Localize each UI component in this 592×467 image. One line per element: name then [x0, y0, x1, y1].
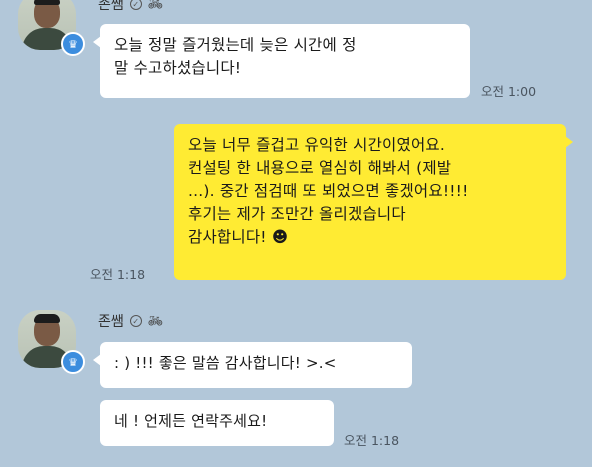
- message-text: 네 ! 언제든 연락주세요!: [114, 412, 268, 430]
- sender-name-header[interactable]: 존쌤 ✓ 🚲︎: [98, 311, 163, 331]
- verified-icon: ✓: [129, 0, 142, 10]
- avatar-hair: [34, 314, 60, 323]
- message-text: 오늘 너무 즐겁고 유익한 시간이였어요.: [188, 136, 445, 154]
- message-text: 감사합니다! ☻: [188, 228, 289, 246]
- message-time: 오전 1:18: [344, 433, 400, 448]
- message-time: 오전 1:18: [90, 267, 146, 282]
- message-text: : ) !!! 좋은 말씀 감사합니다! >.<: [114, 354, 337, 372]
- verified-crown-icon: ♛: [61, 32, 85, 56]
- message-text: 말 수고하셨습니다!: [114, 59, 242, 77]
- message-text: 오늘 정말 즐거웠는데 늦은 시간에 정: [114, 36, 357, 54]
- message-bubble[interactable]: : ) !!! 좋은 말씀 감사합니다! >.<: [93, 342, 412, 388]
- message-time: 오전 1:00: [481, 84, 537, 99]
- message-bubble[interactable]: 네 ! 언제든 연락주세요!: [100, 400, 334, 446]
- message-text: ...). 중간 점검때 또 뵈었으면 좋겠어요!!!!: [188, 182, 469, 200]
- bike-icon: 🚲︎: [147, 314, 163, 328]
- message-text: 컨설팅 한 내용으로 열심히 해봐서 (제발: [188, 159, 452, 177]
- avatar-hair: [34, 0, 60, 5]
- bike-icon: 🚲︎: [147, 0, 163, 11]
- verified-crown-icon: ♛: [61, 350, 85, 374]
- message-text: 후기는 제가 조만간 올리겠습니다: [188, 205, 406, 223]
- message-bubble[interactable]: 오늘 정말 즐거웠는데 늦은 시간에 정 말 수고하셨습니다!: [93, 24, 470, 98]
- verified-icon: ✓: [129, 315, 142, 327]
- sender-name: 존쌤: [98, 0, 124, 13]
- sender-name: 존쌤: [98, 314, 124, 330]
- my-message-bubble[interactable]: 오늘 너무 즐겁고 유익한 시간이였어요. 컨설팅 한 내용으로 열심히 해봐서…: [174, 124, 573, 280]
- sender-name-header[interactable]: 존쌤 ✓ 🚲︎: [98, 0, 163, 14]
